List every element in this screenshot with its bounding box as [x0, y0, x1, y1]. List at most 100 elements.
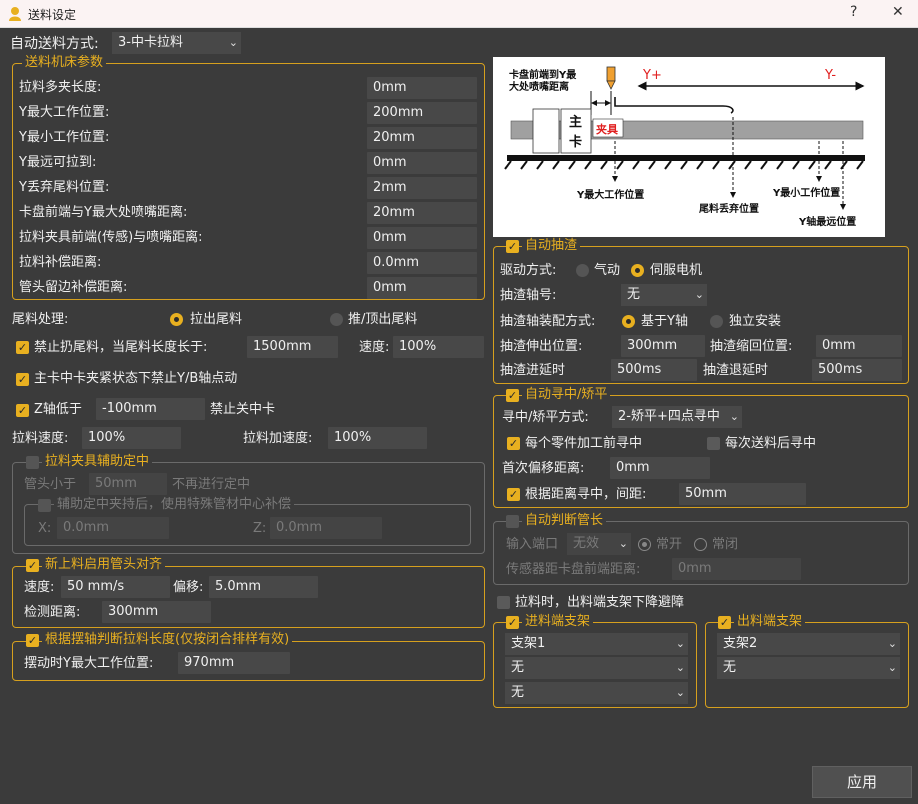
chevron-down-icon: ⌄ [729, 410, 739, 423]
in-support-select-1[interactable]: 支架1 ⌄ [505, 633, 688, 655]
machine-param-input[interactable]: 0mm [367, 277, 477, 299]
centering-mode-label: 寻中/矫平方式: [502, 410, 589, 425]
pipe-len-title: 自动判断管长 [522, 513, 607, 529]
machine-param-input[interactable]: 20mm [367, 127, 477, 149]
align-speed-input[interactable]: 50 mm/s [61, 576, 170, 598]
slag-drive-servo-label: 伺服电机 [650, 263, 703, 278]
z-comp-label: Z: [253, 521, 267, 536]
machine-param-input[interactable]: 20mm [367, 202, 477, 224]
slag-extend-input[interactable]: 300mm [621, 335, 705, 357]
swing-label: 摆动时Y最大工作位置: [24, 656, 154, 671]
machine-param-input[interactable]: 0.0mm [367, 252, 477, 274]
pipe-less-label: 管头小于 [24, 477, 77, 492]
pipe-less-input[interactable]: 50mm [89, 473, 167, 495]
pipe-len-nc-radio[interactable] [694, 538, 707, 551]
slag-mount-independent-radio[interactable] [710, 315, 723, 328]
machine-param-input[interactable]: 2mm [367, 177, 477, 199]
machine-param-input[interactable]: 0mm [367, 227, 477, 249]
slag-retract-input[interactable]: 0mm [816, 335, 902, 357]
x-comp-input[interactable]: 0.0mm [57, 517, 169, 539]
pull-speed-input[interactable]: 100% [82, 427, 181, 449]
help-button[interactable]: ? [850, 4, 857, 20]
chevron-down-icon: ⌄ [887, 637, 897, 650]
in-support-title: 进料端支架 [522, 614, 594, 630]
slag-in-delay-input[interactable]: 500ms [611, 359, 697, 381]
tail-push-radio[interactable] [330, 313, 343, 326]
chuck-lock-checkbox[interactable]: ✓ [16, 373, 29, 386]
centering-checkbox[interactable]: ✓ [506, 389, 519, 402]
forbid-tail-checkbox[interactable]: ✓ [16, 341, 29, 354]
forbid-tail-length-input[interactable]: 1500mm [247, 336, 338, 358]
align-detect-input[interactable]: 300mm [102, 601, 211, 623]
title-bar: 送料设定 ? ✕ [0, 0, 918, 28]
out-support-checkbox[interactable]: ✓ [718, 616, 731, 629]
app-user-icon [9, 7, 21, 21]
machine-param-label: 拉料多夹长度: [19, 80, 102, 95]
slag-drive-air-radio[interactable] [576, 264, 589, 277]
z-comp-input[interactable]: 0.0mm [270, 517, 382, 539]
pipe-len-sensor-input[interactable]: 0mm [672, 558, 801, 580]
slag-in-delay-label: 抽渣进延时 [500, 363, 566, 378]
tail-speed-input[interactable]: 100% [393, 336, 484, 358]
machine-param-label: Y最小工作位置: [19, 130, 110, 145]
machine-param-input[interactable]: 200mm [367, 102, 477, 124]
by-dist-checkbox[interactable]: ✓ [507, 488, 520, 501]
swing-input[interactable]: 970mm [178, 652, 290, 674]
chevron-down-icon: ⌄ [887, 661, 897, 674]
machine-param-input[interactable]: 0mm [367, 77, 477, 99]
diagram-clamp: 夹具 [596, 122, 618, 136]
out-support-select-1[interactable]: 支架2 ⌄ [717, 633, 900, 655]
in-support-select-3[interactable]: 无 ⌄ [505, 682, 688, 704]
align-checkbox[interactable]: ✓ [26, 559, 39, 572]
slag-checkbox[interactable]: ✓ [506, 240, 519, 253]
clamp-assist-checkbox[interactable] [26, 456, 39, 469]
diagram-chuck-2: 卡 [569, 134, 582, 150]
pipe-len-port-select[interactable]: 无效 ⌄ [567, 533, 631, 555]
out-support-select-2[interactable]: 无 ⌄ [717, 657, 900, 679]
tail-pull-radio[interactable] [170, 313, 183, 326]
slag-mount-y-radio[interactable] [622, 315, 635, 328]
each-part-checkbox[interactable]: ✓ [507, 437, 520, 450]
slag-axis-label: 抽渣轴号: [500, 288, 557, 303]
out-support-value-1: 支架2 [723, 636, 758, 651]
close-button[interactable]: ✕ [892, 4, 904, 20]
pipe-len-checkbox[interactable] [506, 515, 519, 528]
lower-support-checkbox[interactable] [497, 596, 510, 609]
align-detect-label: 检测距离: [24, 605, 81, 620]
each-feed-label: 每次送料后寻中 [725, 436, 817, 451]
diagram-yfar-label: Y轴最远位置 [798, 215, 856, 228]
diagram-yminus: Y- [824, 68, 836, 83]
z-axis-input[interactable]: -100mm [96, 398, 205, 420]
in-support-checkbox[interactable]: ✓ [506, 616, 519, 629]
centering-mode-select[interactable]: 2-矫平+四点寻中 ⌄ [612, 406, 742, 428]
auto-mode-select[interactable]: 3-中卡拉料 ⌄ [112, 32, 241, 54]
in-support-select-2[interactable]: 无 ⌄ [505, 657, 688, 679]
centering-title: 自动寻中/矫平 [522, 387, 611, 403]
by-dist-input[interactable]: 50mm [679, 483, 806, 505]
slag-out-delay-input[interactable]: 500ms [812, 359, 902, 381]
machine-param-label: Y丢弃尾料位置: [19, 180, 110, 195]
apply-button[interactable]: 应用 [812, 766, 912, 798]
forbid-tail-label: 禁止扔尾料，当尾料长度长于: [34, 340, 208, 355]
slag-axis-select[interactable]: 无 ⌄ [621, 284, 707, 306]
align-title: 新上料启用管头对齐 [42, 557, 166, 573]
feed-diagram: 卡盘前端到Y最 大处喷嘴距离 Y+ Y- 主 卡 夹具 Y最大工作位置 Y最小工… [493, 57, 885, 237]
align-offset-input[interactable]: 5.0mm [209, 576, 318, 598]
machine-param-input[interactable]: 0mm [367, 152, 477, 174]
first-offset-input[interactable]: 0mm [610, 457, 710, 479]
in-support-value-3: 无 [511, 685, 525, 700]
special-comp-checkbox[interactable] [38, 499, 51, 512]
chevron-down-icon: ⌄ [675, 637, 685, 650]
z-axis-checkbox[interactable]: ✓ [16, 404, 29, 417]
machine-param-label: Y最大工作位置: [19, 105, 110, 120]
tail-speed-label: 速度: [359, 340, 390, 355]
align-offset-label: 偏移: [173, 580, 204, 595]
slag-drive-servo-radio[interactable] [631, 264, 644, 277]
auto-mode-value: 3-中卡拉料 [118, 35, 183, 50]
each-feed-checkbox[interactable] [707, 437, 720, 450]
swing-title: 根据摆轴判断拉料长度(仅按闭合排样有效) [42, 632, 293, 648]
pipe-len-no-radio[interactable] [638, 538, 651, 551]
swing-checkbox[interactable]: ✓ [26, 634, 39, 647]
tail-push-label: 推/顶出尾料 [348, 312, 418, 327]
pull-accel-input[interactable]: 100% [328, 427, 427, 449]
